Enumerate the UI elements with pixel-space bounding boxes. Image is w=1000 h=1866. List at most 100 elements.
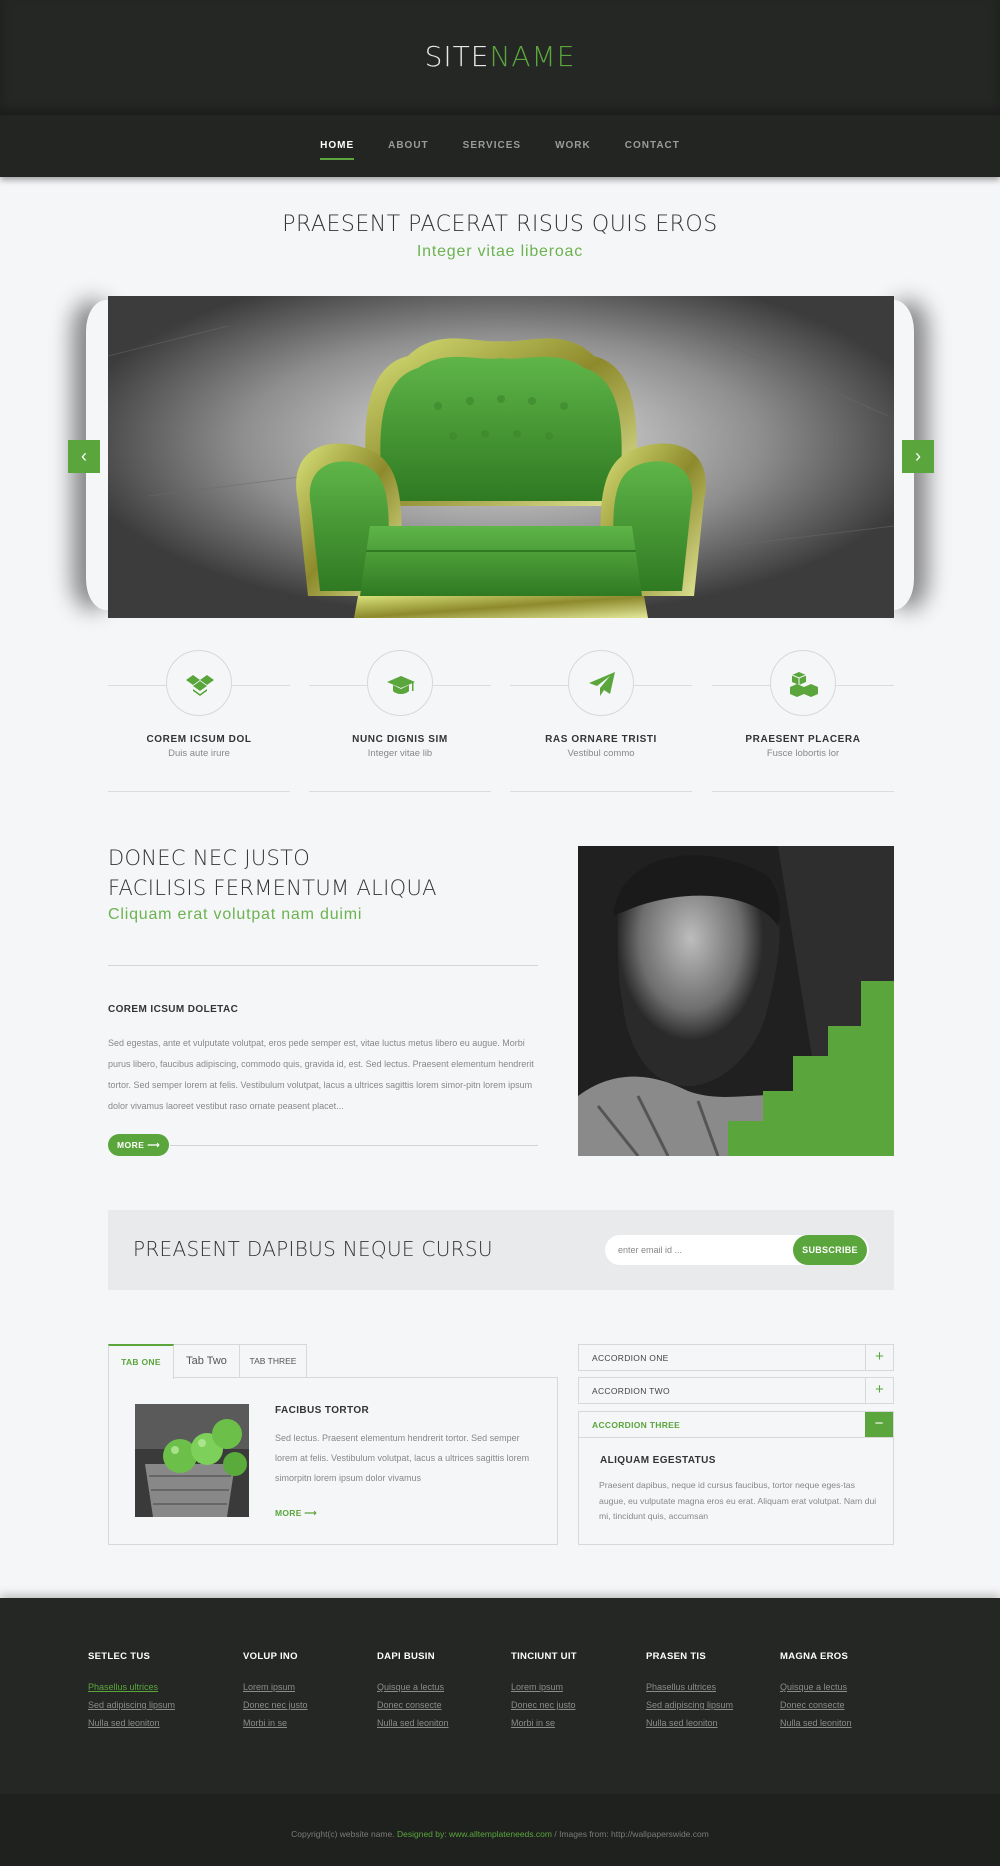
feature-subtitle: Vestibul commo (567, 748, 635, 759)
footer-link[interactable]: Morbi in se (511, 1718, 577, 1728)
footer-link[interactable]: Lorem ipsum (243, 1682, 308, 1692)
plus-icon[interactable]: + (865, 1345, 893, 1370)
tab-panel-title: FACIBUS TORTOR (275, 1405, 370, 1416)
accordion-item-one[interactable]: ACCORDION ONE + (578, 1344, 894, 1371)
chevron-right-icon: › (915, 446, 921, 466)
tab-three[interactable]: TAB THREE (239, 1344, 307, 1378)
footer-column: DAPI BUSIN Quisque a lectus Donec consec… (377, 1651, 449, 1736)
green-armchair-image (108, 296, 894, 618)
accordion-content: ALIQUAM EGESTATUS Praesent dapibus, nequ… (578, 1438, 894, 1545)
hero-subtitle: Integer vitae liberoac (416, 243, 584, 260)
nav-home[interactable]: HOME (320, 140, 355, 160)
feature-icon-circle (367, 650, 433, 716)
slider-prev-button[interactable]: ‹ (68, 440, 100, 473)
footer-link[interactable]: Phasellus ultrices (88, 1682, 175, 1692)
paper-plane-icon (589, 672, 615, 696)
footer-column-heading: TINCIUNT UIT (511, 1651, 577, 1662)
accordion-label: ACCORDION THREE (592, 1420, 681, 1430)
feature-item[interactable]: PRAESENT PLACERA Fusce lobortis lor (712, 650, 894, 792)
cubes-icon (790, 672, 818, 697)
footer-link[interactable]: Phasellus ultrices (646, 1682, 733, 1692)
footer-column-heading: DAPI BUSIN (377, 1651, 435, 1662)
minus-icon[interactable]: − (865, 1412, 893, 1437)
footer-link[interactable]: Quisque a lectus (377, 1682, 449, 1692)
footer-link[interactable]: Nulla sed leoniton (646, 1718, 733, 1728)
nav-about[interactable]: ABOUT (388, 140, 429, 151)
feature-title: NUNC DIGNIS SIM (352, 734, 448, 745)
accordion-content-title: ALIQUAM EGESTATUS (600, 1455, 716, 1466)
arrow-right-icon: ⟶ (147, 1140, 161, 1150)
footer-link[interactable]: Donec consecte (780, 1700, 852, 1710)
divider (108, 965, 538, 966)
more-label: MORE (116, 1140, 145, 1150)
tab-one[interactable]: TAB ONE (108, 1344, 174, 1379)
footer-link[interactable]: Quisque a lectus (780, 1682, 852, 1692)
site-logo[interactable]: SITENAME (0, 40, 1000, 73)
feature-item[interactable]: RAS ORNARE TRISTI Vestibul commo (510, 650, 692, 792)
hero-title: PRAESENT PACERAT RISUS QUIS EROS (282, 212, 718, 237)
footer-column: PRASEN TIS Phasellus ultrices Sed adipis… (646, 1651, 733, 1736)
plus-icon[interactable]: + (865, 1378, 893, 1403)
footer-column: VOLUP INO Lorem ipsum Donec nec justo Mo… (243, 1651, 308, 1736)
designed-by-link[interactable]: Designed by: www.alltemplateneeds.com (397, 1829, 552, 1839)
tab-more-link[interactable]: MORE ⟶ (275, 1508, 317, 1519)
about-subtitle: Cliquam erat volutpat nam duimi (108, 906, 363, 923)
tab-more-label: MORE (275, 1508, 302, 1518)
nav-services[interactable]: SERVICES (463, 140, 521, 151)
feature-icon-circle (166, 650, 232, 716)
portrait-image (578, 846, 894, 1156)
site-header: SITENAME (0, 0, 1000, 115)
site-footer: SETLEC TUS Phasellus ultrices Sed adipis… (0, 1598, 1000, 1794)
accordion-item-two[interactable]: ACCORDION TWO + (578, 1377, 894, 1404)
feature-title: PRAESENT PLACERA (745, 734, 861, 745)
feature-title: COREM ICSUM DOL (146, 734, 252, 745)
chevron-left-icon: ‹ (81, 446, 87, 466)
footer-link[interactable]: Donec consecte (377, 1700, 449, 1710)
slider-next-button[interactable]: › (902, 440, 934, 473)
footer-column-heading: MAGNA EROS (780, 1651, 849, 1662)
footer-column: MAGNA EROS Quisque a lectus Donec consec… (780, 1651, 852, 1736)
separator: / (554, 1829, 557, 1839)
accordion-item-three[interactable]: ACCORDION THREE − (578, 1411, 894, 1438)
footer-link[interactable]: Sed adipiscing lipsum (646, 1700, 733, 1710)
images-from-text: Images from: http://wallpaperswide.com (559, 1829, 709, 1839)
footer-link[interactable]: Nulla sed leoniton (780, 1718, 852, 1728)
accordion-content-text: Praesent dapibus, neque id cursus faucib… (599, 1480, 877, 1521)
divider (170, 1145, 538, 1146)
tab-panel: FACIBUS TORTOR Sed lectus. Praesent elem… (108, 1377, 558, 1545)
feature-icon-circle (568, 650, 634, 716)
footer-link[interactable]: Donec nec justo (243, 1700, 308, 1710)
feature-subtitle: Fusce lobortis lor (766, 748, 840, 759)
feature-item[interactable]: COREM ICSUM DOL Duis aute irure (108, 650, 290, 792)
about-title: DONEC NEC JUSTO FACILISIS FERMENTUM ALIQ… (108, 843, 437, 903)
graduation-cap-icon (387, 676, 415, 694)
about-more-button[interactable]: MORE ⟶ (108, 1134, 169, 1156)
dropbox-icon (186, 675, 214, 696)
footer-column: SETLEC TUS Phasellus ultrices Sed adipis… (88, 1651, 175, 1736)
arrow-right-icon: ⟶ (304, 1508, 317, 1518)
footer-link[interactable]: Donec nec justo (511, 1700, 577, 1710)
about-paragraph: Sed egestas, ante et vulputate volutpat,… (108, 1038, 534, 1111)
footer-link[interactable]: Nulla sed leoniton (377, 1718, 449, 1728)
green-apples-image (135, 1404, 249, 1517)
about-heading: COREM ICSUM DOLETAC (108, 1004, 239, 1015)
apples-image (135, 1404, 249, 1517)
accordion-label: ACCORDION TWO (592, 1386, 670, 1396)
feature-subtitle: Duis aute irure (168, 748, 230, 759)
footer-link[interactable]: Lorem ipsum (511, 1682, 577, 1692)
logo-part-site: SITE (424, 40, 490, 73)
footer-link[interactable]: Morbi in se (243, 1718, 308, 1728)
feature-item[interactable]: NUNC DIGNIS SIM Integer vitae lib (309, 650, 491, 792)
subscribe-button[interactable]: SUBSCRIBE (793, 1235, 867, 1265)
nav-contact[interactable]: CONTACT (625, 140, 680, 151)
about-title-line2: FACILISIS FERMENTUM ALIQUA (108, 876, 437, 900)
footer-link[interactable]: Nulla sed leoniton (88, 1718, 175, 1728)
footer-link[interactable]: Sed adipiscing lipsum (88, 1700, 175, 1710)
tab-two[interactable]: Tab Two (173, 1344, 240, 1378)
hero-slider-image (108, 296, 894, 618)
feature-subtitle: Integer vitae lib (367, 748, 433, 759)
footer-column-heading: PRASEN TIS (646, 1651, 707, 1662)
subscribe-band: PREASENT DAPIBUS NEQUE CURSU SUBSCRIBE (108, 1210, 894, 1290)
nav-work[interactable]: WORK (555, 140, 591, 151)
feature-title: RAS ORNARE TRISTI (545, 734, 657, 745)
